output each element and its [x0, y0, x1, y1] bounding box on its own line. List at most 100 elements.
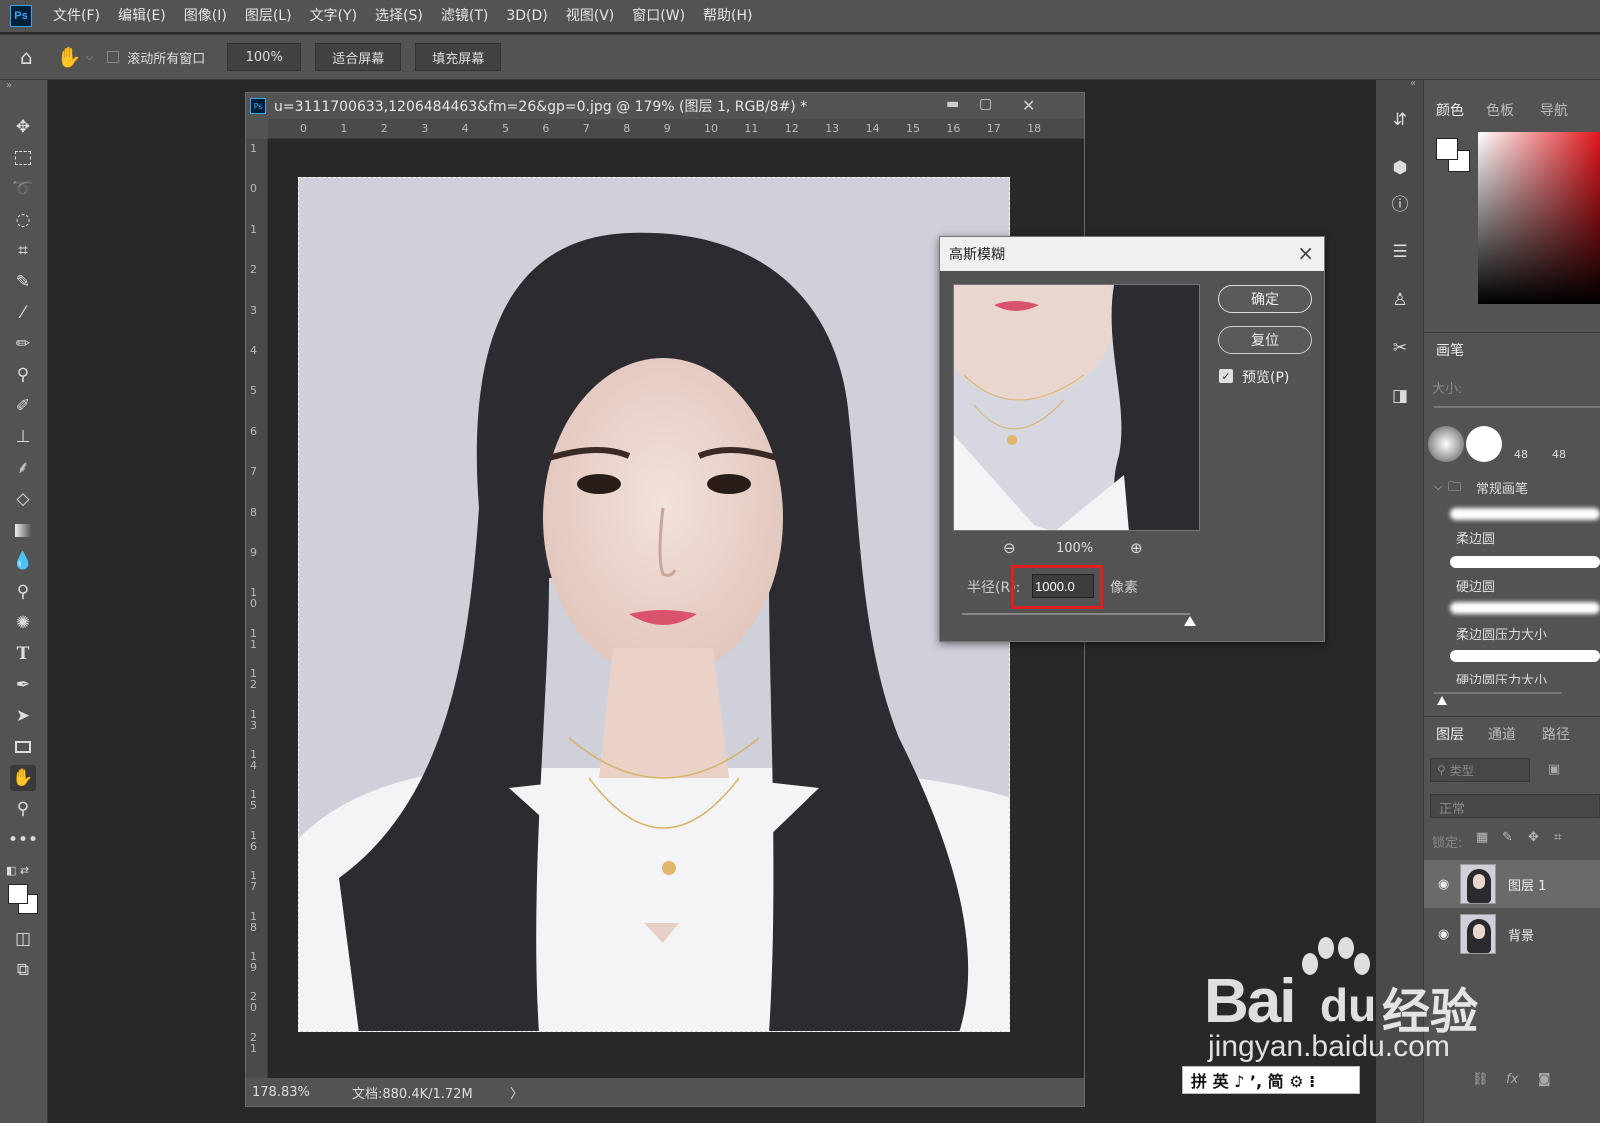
- history-brush-icon[interactable]: ✐: [10, 393, 36, 419]
- ime-toolbar[interactable]: 拼 英 ♪ ʼ, 简 ⚙ ⁝: [1182, 1066, 1360, 1094]
- move-tool-icon[interactable]: ✥: [10, 114, 36, 140]
- layer-row[interactable]: ◉ 图层 1: [1424, 860, 1600, 908]
- rectangle-tool-icon[interactable]: [10, 734, 36, 760]
- eraser-icon[interactable]: ◇: [10, 486, 36, 512]
- blur-preview[interactable]: [953, 284, 1200, 531]
- radius-slider-handle[interactable]: [1184, 616, 1196, 626]
- layer-name[interactable]: 图层 1: [1508, 875, 1546, 894]
- menu-window[interactable]: 窗口(W): [623, 0, 694, 32]
- portrait-photo[interactable]: [298, 177, 1010, 1032]
- chevron-down-icon[interactable]: ⌵: [86, 52, 94, 63]
- clone-source-icon[interactable]: ♙: [1388, 288, 1412, 312]
- collapse-arrows-icon[interactable]: «: [1410, 78, 1416, 89]
- status-menu-arrow[interactable]: 〉: [510, 1083, 523, 1102]
- brush-tool-icon[interactable]: ✏: [10, 331, 36, 357]
- maximize-icon[interactable]: ▢: [979, 96, 992, 112]
- fx-icon[interactable]: fx: [1506, 1072, 1518, 1087]
- screen-mode-icon[interactable]: ⧉: [10, 957, 36, 983]
- tab-color[interactable]: 颜色: [1436, 100, 1464, 120]
- reset-button[interactable]: 复位: [1218, 326, 1312, 354]
- lasso-tool-icon[interactable]: ➰: [10, 176, 36, 202]
- brush-preview-handle[interactable]: [1437, 696, 1447, 705]
- brush-preview-slider[interactable]: [1434, 692, 1562, 694]
- zoom-100-button[interactable]: 100%: [227, 43, 302, 71]
- hand-tool-icon[interactable]: ✋: [10, 765, 36, 791]
- menu-help[interactable]: 帮助(H): [694, 0, 761, 32]
- foreground-color-swatch[interactable]: [8, 884, 28, 904]
- art-history-icon[interactable]: ⸙: [10, 455, 36, 481]
- info-icon[interactable]: ⓘ: [1388, 190, 1412, 215]
- brush-preset-hard[interactable]: [1466, 426, 1502, 462]
- ok-button[interactable]: 确定: [1218, 285, 1312, 313]
- quick-select-icon[interactable]: ◌: [10, 207, 36, 233]
- collapse-arrows-icon[interactable]: »: [6, 80, 12, 91]
- menu-edit[interactable]: 编辑(E): [109, 0, 175, 32]
- dialog-titlebar[interactable]: 高斯模糊 ×: [940, 237, 1324, 271]
- menu-file[interactable]: 文件(F): [44, 0, 109, 32]
- brush-size-slider[interactable]: [1434, 406, 1600, 408]
- link-icon[interactable]: ⛓: [1472, 1072, 1489, 1087]
- marquee-tool-icon[interactable]: [10, 145, 36, 171]
- tool-presets-icon[interactable]: ✂: [1388, 336, 1412, 360]
- brush-soft-round[interactable]: 柔边圆: [1456, 528, 1495, 547]
- zoom-out-icon[interactable]: ⊖: [1003, 539, 1016, 557]
- color-picker-field[interactable]: [1478, 132, 1600, 304]
- radius-input[interactable]: [1032, 574, 1094, 598]
- stamp-icon[interactable]: ⊥: [10, 424, 36, 450]
- minimize-icon[interactable]: ▬: [946, 96, 959, 112]
- crop-tool-icon[interactable]: ⌗: [10, 238, 36, 264]
- tab-swatches[interactable]: 色板: [1486, 100, 1514, 120]
- zoom-tool-icon[interactable]: ⚲: [10, 796, 36, 822]
- pen-tool-icon[interactable]: ✒: [10, 672, 36, 698]
- dodge-tool-icon[interactable]: ⚲: [10, 579, 36, 605]
- brush-soft-pressure[interactable]: 柔边圆压力大小: [1456, 624, 1547, 643]
- gradient-tool-icon[interactable]: [10, 517, 36, 543]
- sponge-tool-icon[interactable]: ✺: [10, 610, 36, 636]
- layer-row[interactable]: ◉ 背景: [1424, 910, 1600, 958]
- brush-hard-round[interactable]: 硬边圆: [1456, 576, 1495, 595]
- menu-filter[interactable]: 滤镜(T): [432, 0, 497, 32]
- blur-tool-icon[interactable]: 💧: [10, 548, 36, 574]
- home-icon[interactable]: ⌂: [20, 45, 33, 69]
- eyedropper-icon[interactable]: ✎: [10, 269, 36, 295]
- history-panel-icon[interactable]: ⇵: [1388, 108, 1412, 132]
- menu-3d[interactable]: 3D(D): [497, 0, 556, 32]
- clone-stamp-icon[interactable]: ⚲: [10, 362, 36, 388]
- tab-navigator[interactable]: 导航: [1540, 100, 1568, 120]
- mask-icon[interactable]: ◙: [1538, 1072, 1551, 1087]
- chevron-down-icon[interactable]: ⌵: [1434, 480, 1442, 494]
- brush-hard-pressure[interactable]: 硬边圆压力大小: [1456, 670, 1547, 684]
- brush-preset-soft[interactable]: [1428, 426, 1464, 462]
- tab-brushes[interactable]: 画笔: [1436, 340, 1464, 360]
- layer-filter[interactable]: ⚲ 类型: [1430, 758, 1530, 782]
- path-select-icon[interactable]: ➤: [10, 703, 36, 729]
- type-tool-icon[interactable]: T: [10, 641, 36, 667]
- zoom-in-icon[interactable]: ⊕: [1130, 539, 1143, 557]
- zoom-status[interactable]: 178.83%: [252, 1085, 352, 1100]
- hand-tool-icon[interactable]: ✋: [57, 45, 82, 69]
- radius-slider-track[interactable]: [962, 613, 1190, 615]
- menu-layer[interactable]: 图层(L): [236, 0, 301, 32]
- lock-pixels-icon[interactable]: ✎: [1502, 830, 1513, 845]
- tab-channels[interactable]: 通道: [1488, 724, 1516, 744]
- fill-screen-button[interactable]: 填充屏幕: [415, 43, 502, 71]
- eye-icon[interactable]: ◉: [1438, 927, 1449, 942]
- brush-preset-48b[interactable]: 48: [1552, 448, 1566, 461]
- lock-transparent-icon[interactable]: ▦: [1476, 830, 1488, 845]
- brush-settings-icon[interactable]: ☰: [1388, 240, 1412, 264]
- tab-layers[interactable]: 图层: [1436, 724, 1464, 744]
- swap-colors-icon[interactable]: ◧ ⇄: [6, 864, 29, 877]
- menu-view[interactable]: 视图(V): [557, 0, 624, 32]
- layer-name[interactable]: 背景: [1508, 925, 1534, 944]
- menu-type[interactable]: 文字(Y): [301, 0, 366, 32]
- more-tools-icon[interactable]: •••: [8, 827, 38, 853]
- fit-screen-button[interactable]: 适合屏幕: [315, 43, 402, 71]
- menu-select[interactable]: 选择(S): [366, 0, 432, 32]
- 3d-panel-icon[interactable]: ⬢: [1388, 156, 1412, 180]
- scroll-all-checkbox[interactable]: [107, 51, 120, 63]
- quick-mask-icon[interactable]: ◫: [10, 926, 36, 952]
- preview-checkbox[interactable]: ✓: [1219, 369, 1233, 383]
- healing-brush-icon[interactable]: ⁄: [10, 300, 36, 326]
- lock-position-icon[interactable]: ✥: [1528, 830, 1539, 845]
- menu-image[interactable]: 图像(I): [175, 0, 236, 32]
